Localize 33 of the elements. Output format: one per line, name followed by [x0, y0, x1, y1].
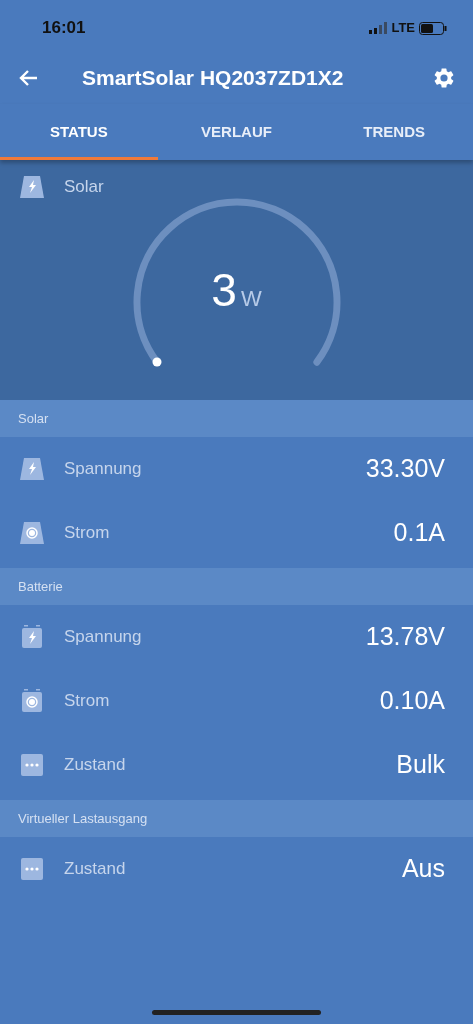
more-dots-icon [18, 856, 46, 882]
section-title: Batterie [18, 577, 63, 596]
gauge-pointer [151, 357, 162, 368]
power-unit: W [240, 288, 262, 310]
row-label: Strom [64, 522, 110, 545]
gauge-label: Solar [64, 176, 104, 199]
section-title: Virtueller Lastausgang [18, 809, 148, 828]
row-value: Aus [401, 853, 446, 885]
row-label: Spannung [64, 458, 142, 481]
row-label: Spannung [64, 626, 142, 649]
power-value: 3 [211, 267, 237, 313]
tab[interactable]: TRENDS [315, 104, 473, 160]
network-label: LTE [391, 19, 415, 38]
row-value: 0.10A [379, 685, 446, 717]
solar-panel-bolt-icon [18, 174, 46, 200]
signal-icon [369, 22, 388, 34]
solar-panel-current-icon [18, 520, 46, 546]
tab[interactable]: VERLAUF [157, 104, 316, 160]
more-dots-icon [18, 752, 46, 778]
row-label: Zustand [64, 754, 126, 777]
battery-icon [419, 21, 447, 35]
section-title: Solar [18, 409, 49, 428]
row-label: Strom [64, 690, 110, 713]
row-value: 13.78V [365, 621, 446, 653]
row-value: Bulk [396, 749, 446, 781]
row-label: Zustand [64, 858, 126, 881]
status-time: 16:01 [42, 17, 86, 40]
settings-icon [432, 66, 456, 90]
back-arrow-icon [18, 69, 38, 87]
solar-panel-bolt-icon [18, 456, 46, 482]
row-value: 0.1A [393, 517, 446, 549]
row-value: 33.30V [365, 453, 446, 485]
device-title: SmartSolar HQ2037ZD1X2 [82, 65, 344, 92]
